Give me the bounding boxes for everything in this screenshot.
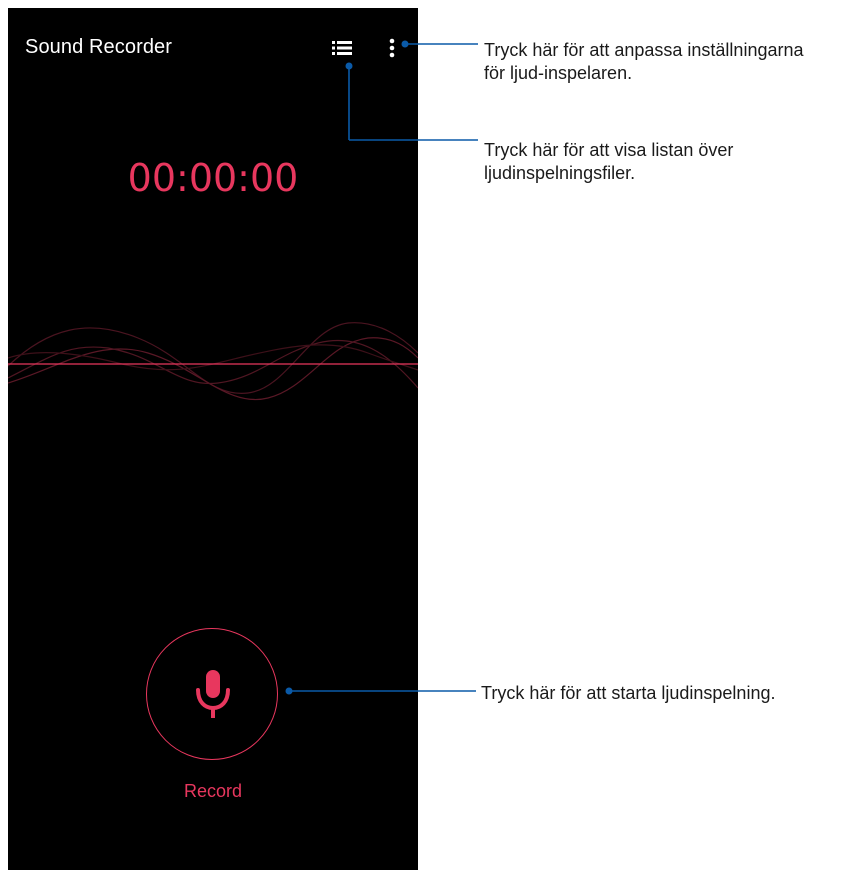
- microphone-icon: [196, 670, 230, 718]
- app-title: Sound Recorder: [25, 36, 173, 58]
- settings-callout: Tryck här för att anpassa inställningarn…: [484, 39, 855, 85]
- list-icon: [332, 41, 352, 55]
- more-vertical-icon: [389, 38, 395, 58]
- record-button[interactable]: [146, 628, 278, 760]
- list-callout-line1: Tryck här för att visa listan över: [484, 140, 734, 160]
- record-callout-line1: Tryck här för att starta ljudinspelning.: [481, 683, 776, 703]
- list-callout-line2: ljudinspelningsfiler.: [484, 163, 636, 183]
- settings-callout-line2: för ljud-inspelaren.: [484, 63, 633, 83]
- settings-callout-line1: Tryck här för att anpassa inställningarn…: [484, 40, 804, 60]
- recordings-list-button[interactable]: [330, 36, 354, 60]
- list-callout: Tryck här för att visa listan över ljudi…: [484, 139, 855, 185]
- record-label[interactable]: Record: [8, 781, 418, 802]
- more-options-button[interactable]: [384, 36, 400, 60]
- waveform-visualization: [8, 322, 418, 401]
- recorder-screen: Sound Recorder 00:00:00 Record: [8, 8, 418, 870]
- record-callout: Tryck här för att starta ljudinspelning.: [481, 682, 852, 705]
- recording-timer: 00:00:00: [127, 156, 299, 200]
